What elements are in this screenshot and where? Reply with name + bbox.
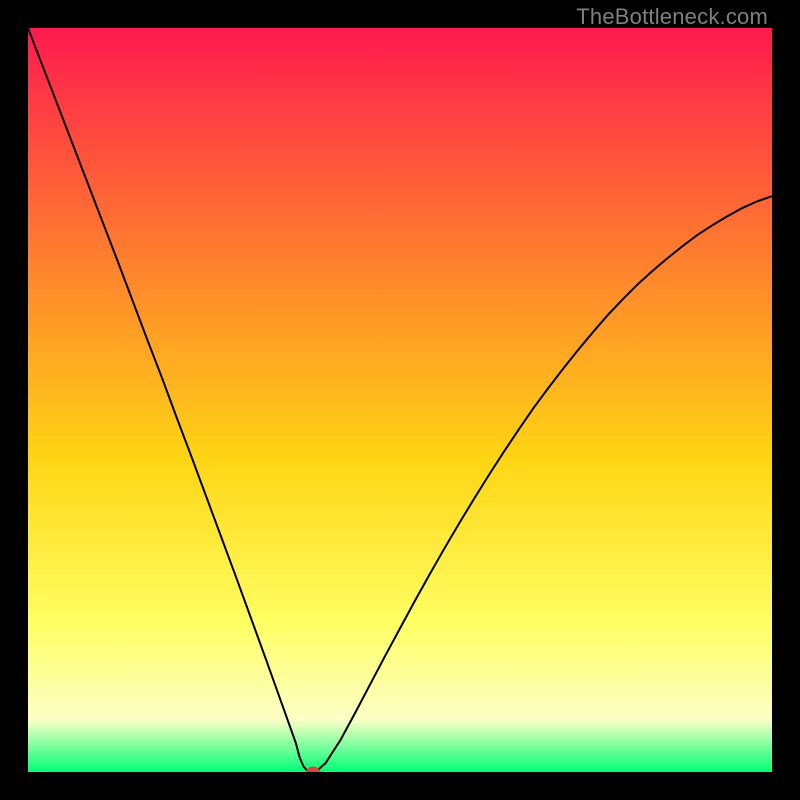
gradient-background bbox=[28, 28, 772, 772]
chart-container: TheBottleneck.com bbox=[0, 0, 800, 800]
chart-svg bbox=[28, 28, 772, 772]
watermark-text: TheBottleneck.com bbox=[576, 4, 768, 30]
plot-area bbox=[28, 28, 772, 772]
